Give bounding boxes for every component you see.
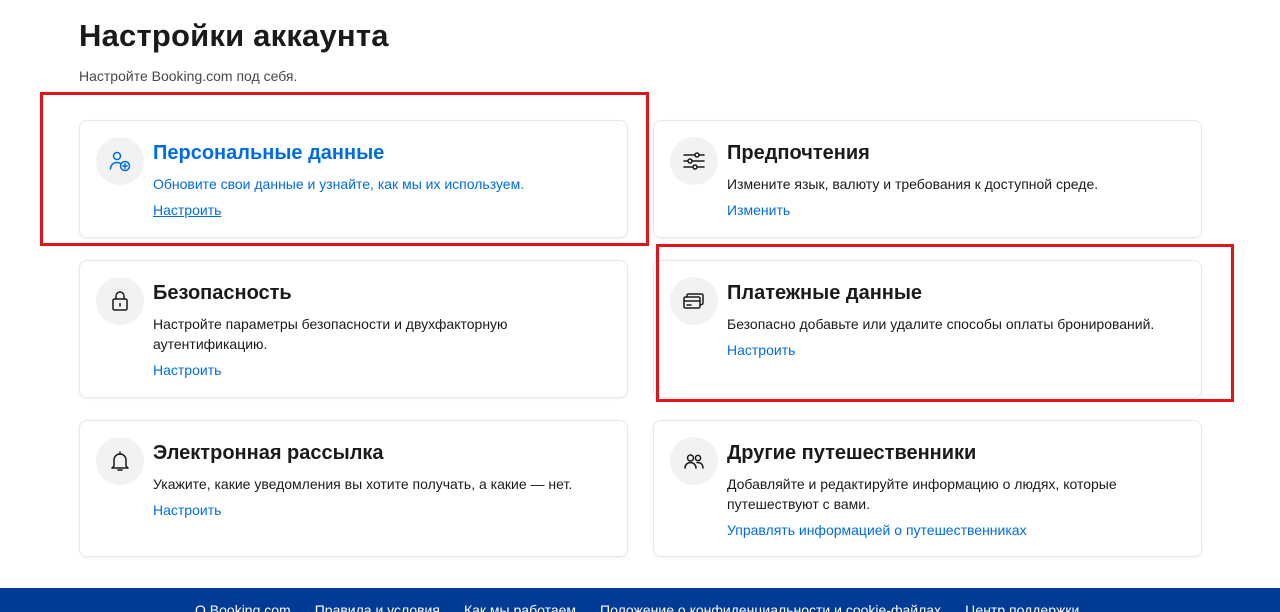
card-description: Измените язык, валюту и требования к дос… [727,176,1099,192]
card-title[interactable]: Безопасность [153,282,292,305]
people-icon [670,437,718,485]
footer-link-terms[interactable]: Правила и условия [315,602,440,612]
card-description: Обновите свои данные и узнайте, как мы и… [153,176,525,192]
card-payment-data[interactable]: Платежные данные Безопасно добавьте или … [653,260,1202,398]
card-title[interactable]: Персональные данные [153,142,384,165]
footer-link-how-we-work[interactable]: Как мы работаем [464,602,576,612]
card-other-travelers[interactable]: Другие путешественники Добавляйте и реда… [653,420,1202,557]
footer-bar: О Booking.com Правила и условия Как мы р… [0,588,1280,612]
footer-link-privacy[interactable]: Положение о конфиденциальности и cookie-… [600,602,941,612]
account-settings-page: Настройки аккаунта Настройте Booking.com… [0,0,1280,612]
bell-icon [96,437,144,485]
card-description: Безопасно добавьте или удалите способы о… [727,316,1155,332]
card-title[interactable]: Электронная рассылка [153,442,384,465]
page-title: Настройки аккаунта [79,18,389,53]
card-security[interactable]: Безопасность Настройте параметры безопас… [79,260,628,398]
card-title[interactable]: Другие путешественники [727,442,976,465]
credit-cards-icon [670,277,718,325]
card-preferences[interactable]: Предпочтения Измените язык, валюту и тре… [653,120,1202,238]
card-description: Укажите, какие уведомления вы хотите пол… [153,476,573,492]
card-description: Добавляйте и редактируйте информацию о л… [727,476,1117,512]
manage-travelers-link[interactable]: Управлять информацией о путешественниках [727,522,1027,538]
page-subtitle: Настройте Booking.com под себя. [79,68,298,84]
card-title[interactable]: Платежные данные [727,282,922,305]
card-personal-data[interactable]: Персональные данные Обновите свои данные… [79,120,628,238]
customize-security-link[interactable]: Настроить [153,362,221,378]
card-description: Настройте параметры безопасности и двухф… [153,316,508,352]
customize-personal-link[interactable]: Настроить [153,202,221,218]
user-add-icon [96,137,144,185]
footer-links: О Booking.com Правила и условия Как мы р… [195,602,1079,612]
lock-icon [96,277,144,325]
change-preferences-link[interactable]: Изменить [727,202,790,218]
card-email-newsletter[interactable]: Электронная рассылка Укажите, какие увед… [79,420,628,557]
customize-email-link[interactable]: Настроить [153,502,221,518]
footer-link-support[interactable]: Центр поддержки [965,602,1079,612]
sliders-icon [670,137,718,185]
customize-payment-link[interactable]: Настроить [727,342,795,358]
card-title[interactable]: Предпочтения [727,142,870,165]
footer-link-about[interactable]: О Booking.com [195,602,291,612]
